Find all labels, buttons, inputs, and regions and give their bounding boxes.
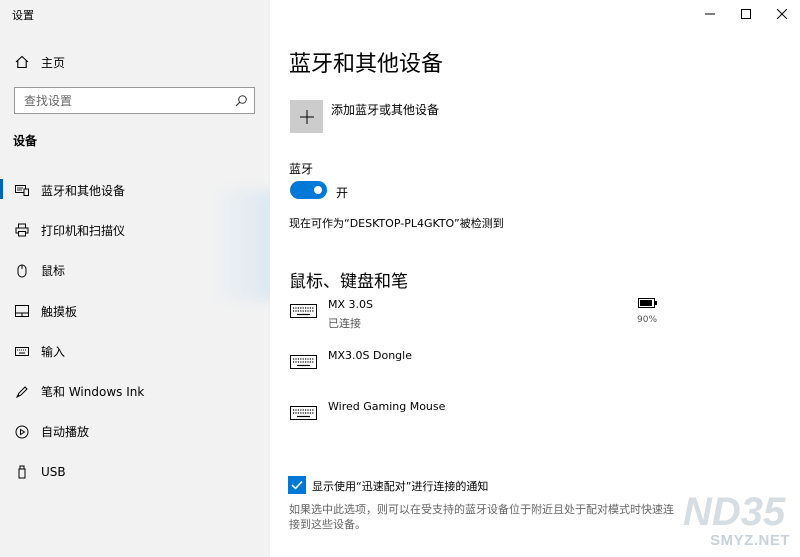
watermark-logo: ND35 bbox=[683, 490, 786, 534]
battery-level: 90% bbox=[637, 315, 658, 325]
sidebar-section-title: 设备 bbox=[13, 134, 38, 148]
close-icon bbox=[777, 9, 787, 19]
home-label: 主页 bbox=[41, 55, 66, 70]
add-device-label[interactable]: 添加蓝牙或其他设备 bbox=[331, 101, 439, 118]
maximize-button[interactable] bbox=[728, 0, 764, 28]
window-controls bbox=[692, 0, 800, 28]
sidebar-item-label: 笔和 Windows Ink bbox=[41, 385, 145, 400]
keyboard-icon bbox=[290, 406, 317, 420]
main-content: 蓝牙和其他设备 添加蓝牙或其他设备 蓝牙 开 现在可作为“DESKTOP-PL4… bbox=[270, 0, 800, 557]
plus-icon bbox=[299, 109, 314, 124]
sidebar-item-bluetooth[interactable]: 蓝牙和其他设备 bbox=[0, 170, 270, 210]
keyboard-icon bbox=[14, 343, 30, 359]
sidebar: 设置 主页 设备 蓝牙和其他设备 打印机和扫描仪 bbox=[0, 0, 280, 557]
device-name: MX3.0S Dongle bbox=[328, 349, 412, 362]
minimize-button[interactable] bbox=[692, 0, 728, 28]
watermark: ND35 SMYZ.NET bbox=[665, 490, 800, 557]
battery-icon bbox=[638, 298, 657, 308]
checkmark-icon bbox=[291, 480, 303, 490]
sidebar-item-typing[interactable]: 输入 bbox=[0, 331, 270, 371]
sidebar-item-label: USB bbox=[41, 465, 66, 480]
sidebar-item-label: 输入 bbox=[41, 344, 66, 359]
bluetooth-state: 开 bbox=[336, 186, 349, 200]
bluetooth-devices-icon bbox=[14, 182, 30, 198]
sidebar-item-label: 蓝牙和其他设备 bbox=[41, 183, 126, 198]
sidebar-item-printers[interactable]: 打印机和扫描仪 bbox=[0, 210, 270, 250]
home-icon bbox=[14, 54, 30, 70]
mouse-icon bbox=[14, 263, 30, 279]
sidebar-item-touchpad[interactable]: 触摸板 bbox=[0, 291, 270, 331]
watermark-site: SMYZ.NET bbox=[710, 532, 790, 549]
sidebar-item-label: 自动播放 bbox=[41, 425, 90, 440]
sidebar-item-label: 鼠标 bbox=[41, 264, 66, 279]
device-name: Wired Gaming Mouse bbox=[328, 400, 446, 413]
sidebar-item-autoplay[interactable]: 自动播放 bbox=[0, 412, 270, 452]
swift-pair-label[interactable]: 显示使用“迅速配对”进行连接的通知 bbox=[312, 478, 488, 494]
discoverable-text: 现在可作为“DESKTOP-PL4GKTO”被检测到 bbox=[289, 217, 504, 230]
maximize-icon bbox=[741, 9, 751, 19]
sidebar-item-pen[interactable]: 笔和 Windows Ink bbox=[0, 371, 270, 411]
keyboard-icon bbox=[290, 355, 317, 369]
device-name: MX 3.0S bbox=[328, 298, 373, 311]
bluetooth-toggle[interactable] bbox=[290, 181, 327, 199]
touchpad-icon bbox=[14, 303, 30, 319]
autoplay-icon bbox=[14, 424, 30, 440]
keyboard-icon bbox=[290, 304, 317, 318]
printer-icon bbox=[14, 222, 30, 238]
device-status: 已连接 bbox=[328, 317, 361, 330]
search-box[interactable] bbox=[14, 87, 255, 114]
device-item[interactable]: Wired Gaming Mouse bbox=[290, 400, 670, 440]
pen-icon bbox=[14, 384, 30, 400]
sidebar-item-label: 打印机和扫描仪 bbox=[41, 223, 126, 238]
sidebar-item-label: 触摸板 bbox=[41, 304, 78, 319]
search-input[interactable] bbox=[15, 88, 225, 113]
usb-icon bbox=[14, 464, 30, 480]
toggle-knob bbox=[314, 186, 322, 194]
minimize-icon bbox=[705, 13, 715, 15]
section-title: 鼠标、键盘和笔 bbox=[289, 272, 408, 292]
swift-pair-hint: 如果选中此选项，则可以在受支持的蓝牙设备位于附近且处于配对模式时快速连接到这些设… bbox=[289, 503, 674, 531]
sidebar-home[interactable]: 主页 bbox=[14, 52, 65, 72]
page-title: 蓝牙和其他设备 bbox=[289, 52, 444, 77]
window-title: 设置 bbox=[12, 9, 34, 22]
search-icon[interactable] bbox=[234, 93, 248, 107]
close-button[interactable] bbox=[764, 0, 800, 28]
bluetooth-label: 蓝牙 bbox=[289, 162, 314, 176]
swift-pair-checkbox[interactable] bbox=[288, 476, 306, 494]
device-item[interactable]: MX 3.0S 已连接 bbox=[290, 298, 670, 338]
device-item[interactable]: MX3.0S Dongle bbox=[290, 349, 670, 389]
sidebar-nav: 蓝牙和其他设备 打印机和扫描仪 鼠标 触摸板 输入 笔和 Windows Ink… bbox=[0, 170, 270, 492]
add-device-button[interactable] bbox=[290, 100, 323, 133]
sidebar-item-mouse[interactable]: 鼠标 bbox=[0, 251, 270, 291]
sidebar-item-usb[interactable]: USB bbox=[0, 452, 270, 492]
